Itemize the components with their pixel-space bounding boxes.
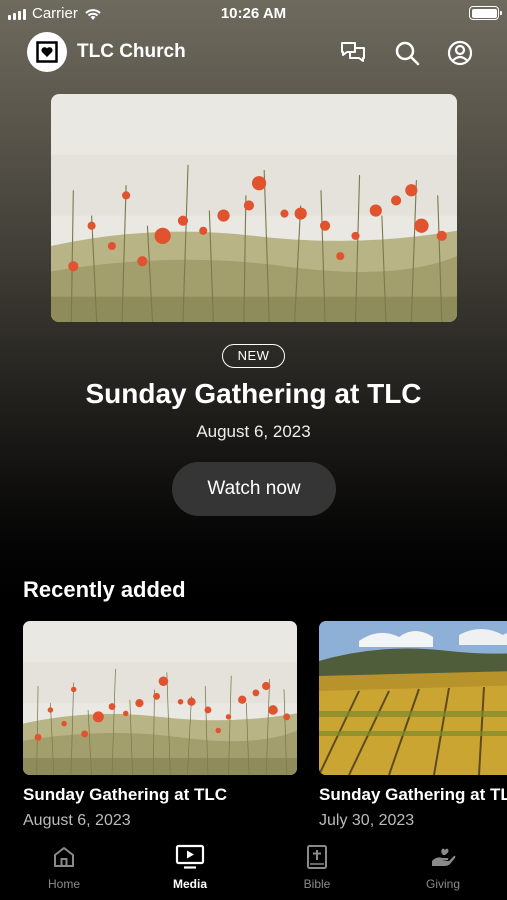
hero-thumbnail[interactable] <box>51 94 457 322</box>
media-icon <box>175 844 205 869</box>
media-title: Sunday Gathering at TLC <box>319 785 507 804</box>
media-card[interactable]: Sunday Gathering at TLC July 30, 2023 <box>319 621 507 830</box>
media-date: August 6, 2023 <box>23 812 131 829</box>
chat-button[interactable] <box>338 38 368 68</box>
media-card[interactable]: Sunday Gathering at TLC August 6, 2023 <box>23 621 297 830</box>
tab-label: Bible <box>303 877 331 891</box>
media-thumbnail[interactable] <box>23 621 297 775</box>
bible-icon <box>307 845 327 869</box>
hero-title: Sunday Gathering at TLC <box>85 378 422 409</box>
search-icon <box>395 41 420 66</box>
tab-giving[interactable]: Giving <box>398 842 488 891</box>
profile-button[interactable] <box>445 38 475 68</box>
status-bar: Carrier 10:26 AM <box>0 0 507 28</box>
app-header: TLC Church <box>0 32 507 74</box>
watch-now-button[interactable]: Watch now <box>172 462 336 516</box>
heart-icon <box>36 41 58 63</box>
search-button[interactable] <box>392 38 422 68</box>
app-screen: Carrier 10:26 AM TLC Church NEW Sunday G… <box>0 0 507 900</box>
chat-icon <box>341 42 365 62</box>
app-title: TLC Church <box>77 41 186 62</box>
profile-icon <box>447 40 473 66</box>
media-title: Sunday Gathering at TLC <box>23 785 228 804</box>
hero-date: August 6, 2023 <box>196 422 311 441</box>
recently-added-heading: Recently added <box>23 577 186 602</box>
tab-home[interactable]: Home <box>19 842 109 891</box>
tab-label: Media <box>172 877 207 891</box>
status-time: 10:26 AM <box>220 5 287 22</box>
tab-media[interactable]: Media <box>145 842 235 891</box>
giving-icon <box>432 848 456 866</box>
church-logo[interactable] <box>27 32 67 72</box>
new-badge: NEW <box>222 344 285 368</box>
battery-icon <box>469 6 502 20</box>
home-icon <box>54 847 74 867</box>
tab-bible[interactable]: Bible <box>272 842 362 891</box>
tab-label: Giving <box>425 877 460 891</box>
media-date: July 30, 2023 <box>319 812 415 829</box>
tab-bar: Home Media Bible Giving <box>0 836 507 900</box>
tab-label: Home <box>47 877 80 891</box>
media-thumbnail[interactable] <box>319 621 507 775</box>
